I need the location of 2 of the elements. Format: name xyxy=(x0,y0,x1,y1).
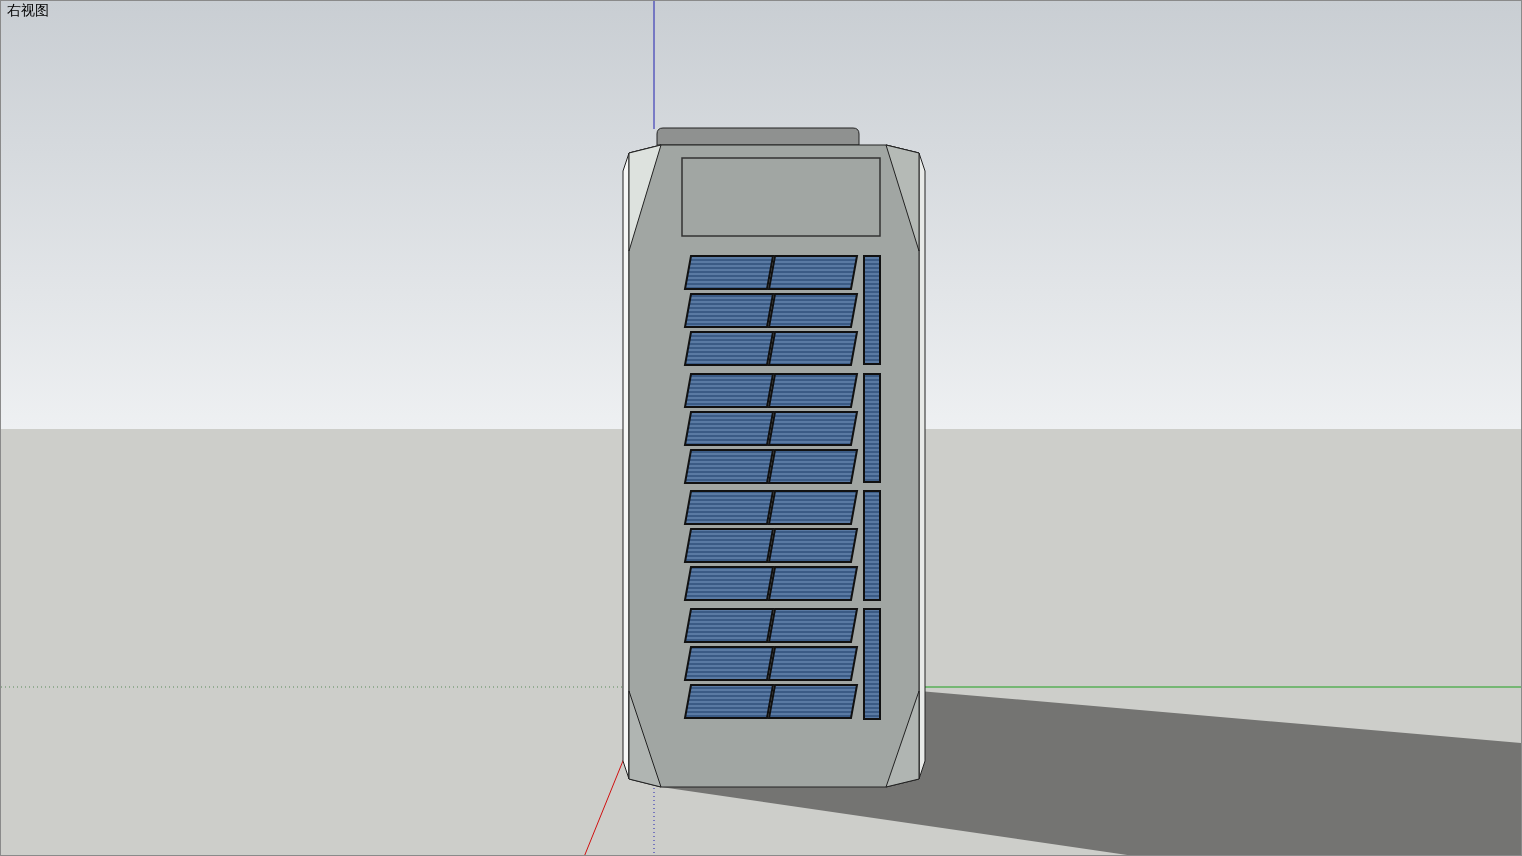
view-name-label: 右视图 xyxy=(7,1,49,19)
dotted-vertical-axis-line xyxy=(653,787,655,855)
